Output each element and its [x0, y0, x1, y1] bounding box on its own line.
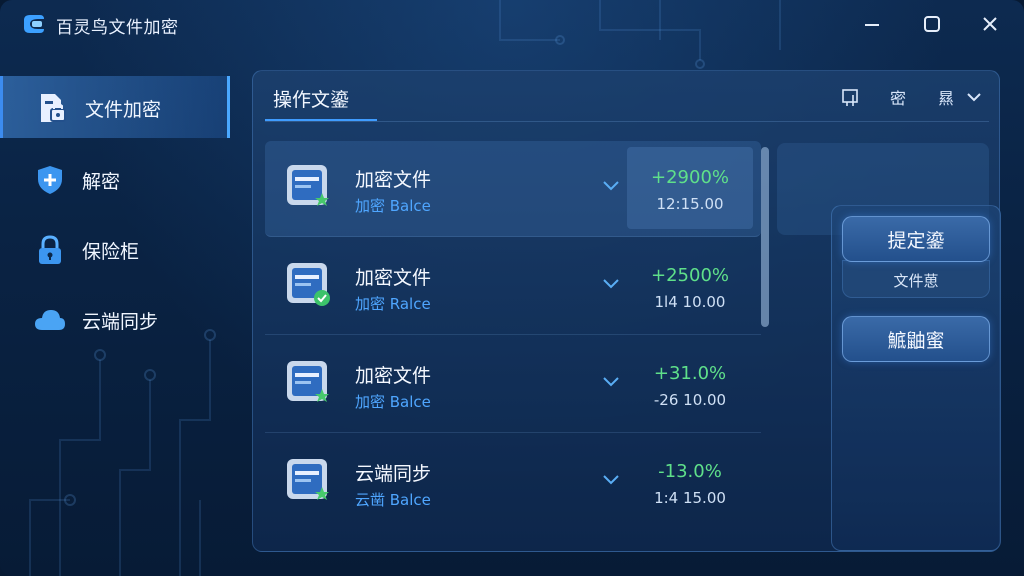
file-name: 加密文件: [355, 267, 432, 289]
encrypted-file-icon: [287, 165, 329, 206]
app-title: 百灵鸟文件加密: [56, 18, 179, 38]
cloud-icon: [35, 310, 65, 330]
app-logo-icon: [24, 15, 44, 33]
sidebar-item-label: 云端同步: [82, 311, 159, 333]
maximize-icon: [924, 16, 940, 32]
file-subtitle: 加密 Ralce: [355, 295, 431, 313]
file-name: 加密文件: [355, 365, 432, 387]
chevron-down-icon[interactable]: [601, 375, 621, 389]
sidebar-item-decrypt[interactable]: 解密: [0, 148, 230, 210]
file-list: 加密文件 加密 Balce +2900% 12:15.00 加密文件 加密 Ra…: [265, 141, 765, 541]
sidebar-item-label: 解密: [82, 171, 121, 193]
layout-tool-button[interactable]: [839, 85, 863, 109]
sidebar-item-vault[interactable]: 保险柜: [0, 218, 230, 280]
file-name: 加密文件: [355, 169, 432, 191]
tool-2-button[interactable]: 密: [885, 85, 911, 109]
percent-change: -13.0%: [658, 461, 722, 482]
title-bar: 百灵鸟文件加密: [0, 0, 1024, 48]
encrypted-file-icon: [287, 263, 330, 306]
value-highlight: [627, 147, 753, 229]
tab-operations[interactable]: 操作文鎏: [273, 85, 349, 112]
chevron-down-icon: [967, 93, 981, 102]
percent-change: +2500%: [651, 265, 729, 286]
main-panel: 操作文鎏 密 㬎 加密文件 加密 Balce +2900% 12:15.00 加…: [252, 70, 1001, 552]
sidebar-item-file-encrypt[interactable]: 文件加密: [0, 76, 230, 138]
shield-plus-icon: [38, 166, 62, 194]
sidebar-item-cloud-sync[interactable]: 云端同步: [0, 288, 230, 350]
minimize-button[interactable]: [858, 10, 886, 38]
file-name: 云端同步: [355, 463, 432, 485]
list-scrollbar[interactable]: [761, 147, 769, 327]
padlock-icon: [39, 235, 61, 264]
encrypted-file-icon: [287, 361, 329, 402]
sidebar: 文件加密 解密 保险柜 云端同步: [0, 76, 232, 556]
action-panel: 提定鎏 文件葸 鯳鼬蜜: [831, 205, 1001, 551]
list-item[interactable]: 云端同步 云凿 Balce -13.0% 1:4 15.00: [265, 435, 761, 531]
row-value: -26 10.00: [653, 391, 727, 409]
layout-icon: [842, 89, 858, 106]
secondary-action-button[interactable]: 鯳鼬蜜: [842, 316, 990, 362]
app-window: 百灵鸟文件加密 文件加密 解密 保险柜 云端同步 操作文鎏 密 㬎 加密文件 加…: [0, 0, 1024, 576]
percent-change: +31.0%: [653, 363, 727, 384]
tools-dropdown-button[interactable]: [963, 85, 985, 109]
close-button[interactable]: [976, 10, 1004, 38]
panel-divider: [265, 121, 989, 122]
file-subtitle: 云凿 Balce: [355, 491, 431, 509]
chevron-down-icon[interactable]: [601, 179, 621, 193]
primary-action-button[interactable]: 提定鎏: [842, 216, 990, 262]
encrypted-file-icon: [287, 459, 329, 500]
row-value: 1l4 10.00: [654, 293, 726, 311]
close-icon: [983, 17, 997, 31]
action-subtitle: 文件葸: [893, 272, 939, 290]
chevron-down-icon[interactable]: [601, 277, 621, 291]
sidebar-item-label: 保险柜: [82, 241, 140, 263]
sidebar-item-label: 文件加密: [85, 99, 162, 121]
tool-3-button[interactable]: 㬎: [933, 85, 959, 109]
file-subtitle: 加密 Balce: [355, 393, 431, 411]
percent-change: +2900%: [651, 167, 729, 188]
row-value: 1:4 15.00: [654, 489, 726, 507]
row-value: 12:15.00: [656, 195, 724, 213]
list-item[interactable]: 加密文件 加密 Balce +2900% 12:15.00: [265, 141, 761, 237]
minimize-icon: [865, 24, 879, 26]
maximize-button[interactable]: [918, 10, 946, 38]
file-subtitle: 加密 Balce: [355, 197, 431, 215]
list-item[interactable]: 加密文件 加密 Ralce +2500% 1l4 10.00: [265, 239, 761, 335]
list-item[interactable]: 加密文件 加密 Balce +31.0% -26 10.00: [265, 337, 761, 433]
chevron-down-icon[interactable]: [601, 473, 621, 487]
file-lock-icon: [41, 94, 66, 122]
